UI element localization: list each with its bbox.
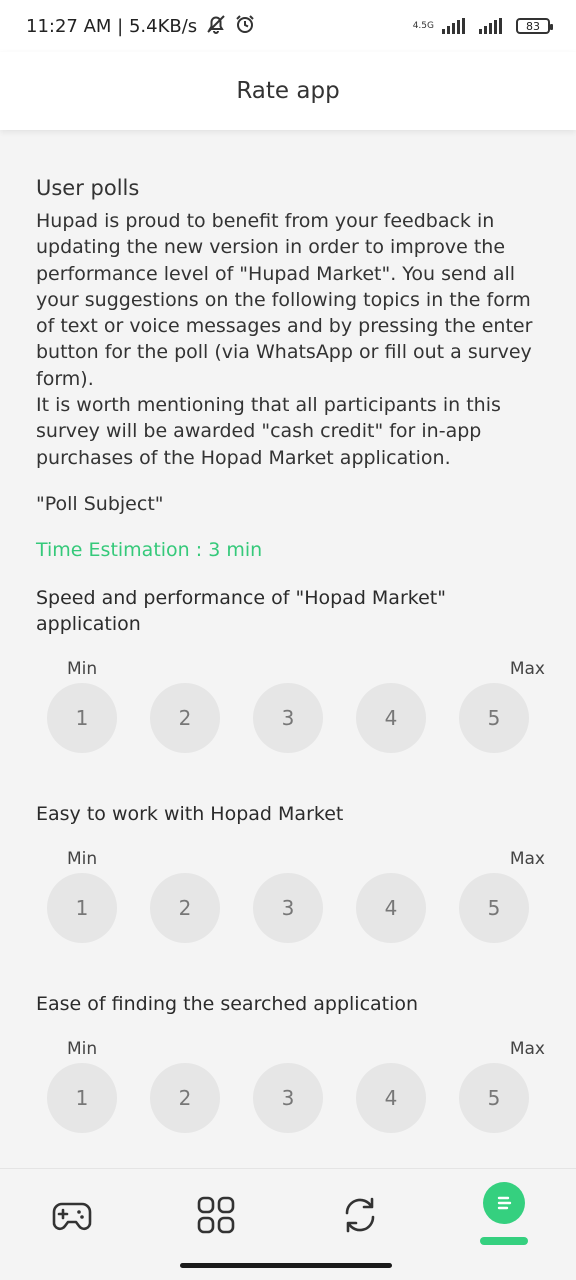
poll-subject: "Poll Subject" (36, 492, 164, 515)
rating-option-4[interactable]: 4 (356, 682, 426, 753)
chat-bubble-icon (483, 1182, 525, 1224)
scale-min-label: Min (67, 1038, 98, 1059)
rating-option-4[interactable]: 4 (356, 872, 426, 943)
rating-options: 1 2 3 4 5 (47, 1062, 529, 1133)
nav-item-polls[interactable] (480, 1179, 528, 1227)
rating-option-3[interactable]: 3 (253, 872, 323, 943)
network-type-label: 4.5G (412, 20, 434, 31)
question-text: Ease of finding the searched application (36, 992, 419, 1015)
question-block: Speed and performance of "Hopad Market" … (36, 585, 545, 753)
time-estimation: Time Estimation : 3 min (36, 538, 263, 561)
home-indicator-bar[interactable] (180, 1263, 392, 1268)
scale-min-label: Min (67, 848, 98, 869)
scale-labels: Min Max (67, 1038, 545, 1059)
rating-option-5[interactable]: 5 (459, 682, 529, 753)
scale-max-label: Max (509, 1038, 545, 1059)
page-title: Rate app (236, 78, 340, 104)
apps-grid-icon (197, 1196, 235, 1238)
rating-option-3[interactable]: 3 (253, 682, 323, 753)
poll-content[interactable]: User polls Hupad is proud to benefit fro… (0, 130, 576, 1168)
signal-strength-icon-2 (479, 18, 502, 34)
rating-options: 1 2 3 4 5 (47, 872, 529, 943)
rating-options: 1 2 3 4 5 (47, 682, 529, 753)
nav-item-games[interactable] (48, 1193, 96, 1241)
rating-option-5[interactable]: 5 (459, 872, 529, 943)
alarm-icon (235, 14, 255, 39)
rating-option-1[interactable]: 1 (47, 872, 117, 943)
status-time-speed: 11:27 AM | 5.4KB/s (26, 15, 198, 37)
active-tab-indicator (480, 1237, 528, 1245)
question-text: Speed and performance of "Hopad Market" … (36, 586, 446, 635)
battery-icon: 83 (516, 18, 553, 34)
scale-labels: Min Max (67, 848, 545, 869)
rating-option-1[interactable]: 1 (47, 682, 117, 753)
gamepad-icon (52, 1198, 92, 1236)
section-title: User polls (36, 176, 140, 200)
question-text: Easy to work with Hopad Market (36, 802, 344, 825)
muted-bell-icon (205, 14, 227, 39)
status-bar: 11:27 AM | 5.4KB/s 4.5G 83 (0, 0, 576, 52)
signal-strength-icon (442, 18, 465, 34)
refresh-icon (341, 1196, 379, 1238)
scale-min-label: Min (67, 658, 98, 679)
nav-item-apps[interactable] (192, 1193, 240, 1241)
scale-max-label: Max (509, 848, 545, 869)
rating-option-5[interactable]: 5 (459, 1062, 529, 1133)
intro-paragraph-1: Hupad is proud to benefit from your feed… (36, 210, 533, 390)
rating-option-2[interactable]: 2 (150, 872, 220, 943)
rating-option-4[interactable]: 4 (356, 1062, 426, 1133)
rating-option-3[interactable]: 3 (253, 1062, 323, 1133)
intro-paragraph-2: It is worth mentioning that all particip… (36, 394, 501, 469)
battery-level: 83 (526, 19, 540, 33)
rating-option-2[interactable]: 2 (150, 1062, 220, 1133)
question-block: Easy to work with Hopad Market Min Max 1… (36, 801, 545, 943)
nav-item-updates[interactable] (336, 1193, 384, 1241)
rating-option-2[interactable]: 2 (150, 682, 220, 753)
question-block: Ease of finding the searched application… (36, 991, 545, 1133)
scale-labels: Min Max (67, 658, 545, 679)
app-header: Rate app (0, 52, 576, 130)
rating-option-1[interactable]: 1 (47, 1062, 117, 1133)
scale-max-label: Max (509, 658, 545, 679)
